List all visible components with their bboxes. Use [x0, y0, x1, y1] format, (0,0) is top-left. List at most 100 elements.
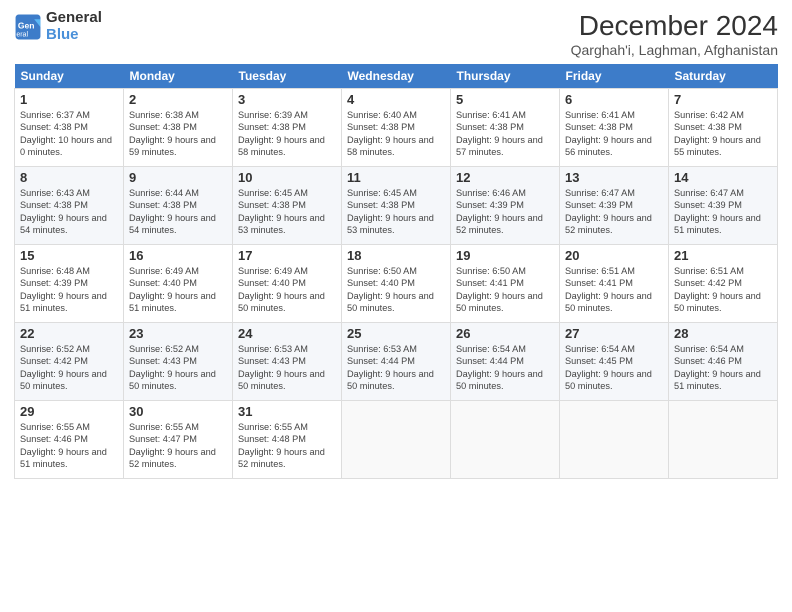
cell-content: Sunrise: 6:53 AM Sunset: 4:44 PM Dayligh… [347, 343, 445, 393]
day-number: 31 [238, 404, 336, 419]
cell-content: Sunrise: 6:52 AM Sunset: 4:42 PM Dayligh… [20, 343, 118, 393]
day-number: 19 [456, 248, 554, 263]
day-number: 11 [347, 170, 445, 185]
day-number: 22 [20, 326, 118, 341]
cell-content: Sunrise: 6:41 AM Sunset: 4:38 PM Dayligh… [456, 109, 554, 159]
cell-content: Sunrise: 6:49 AM Sunset: 4:40 PM Dayligh… [238, 265, 336, 315]
day-number: 14 [674, 170, 772, 185]
cell-content: Sunrise: 6:48 AM Sunset: 4:39 PM Dayligh… [20, 265, 118, 315]
cell-content: Sunrise: 6:45 AM Sunset: 4:38 PM Dayligh… [238, 187, 336, 237]
day-cell: 14 Sunrise: 6:47 AM Sunset: 4:39 PM Dayl… [669, 167, 778, 245]
location: Qarghah'i, Laghman, Afghanistan [571, 42, 778, 58]
day-cell: 13 Sunrise: 6:47 AM Sunset: 4:39 PM Dayl… [560, 167, 669, 245]
title-section: December 2024 Qarghah'i, Laghman, Afghan… [571, 10, 778, 58]
day-number: 6 [565, 92, 663, 107]
cell-content: Sunrise: 6:46 AM Sunset: 4:39 PM Dayligh… [456, 187, 554, 237]
day-cell: 28 Sunrise: 6:54 AM Sunset: 4:46 PM Dayl… [669, 323, 778, 401]
header: Gen eral General Blue December 2024 Qarg… [14, 10, 778, 58]
day-number: 18 [347, 248, 445, 263]
cell-content: Sunrise: 6:40 AM Sunset: 4:38 PM Dayligh… [347, 109, 445, 159]
day-cell: 21 Sunrise: 6:51 AM Sunset: 4:42 PM Dayl… [669, 245, 778, 323]
day-number: 26 [456, 326, 554, 341]
day-number: 28 [674, 326, 772, 341]
header-thursday: Thursday [451, 64, 560, 89]
day-number: 1 [20, 92, 118, 107]
day-number: 15 [20, 248, 118, 263]
day-number: 23 [129, 326, 227, 341]
day-number: 27 [565, 326, 663, 341]
day-cell: 1 Sunrise: 6:37 AM Sunset: 4:38 PM Dayli… [15, 89, 124, 167]
day-number: 17 [238, 248, 336, 263]
day-cell: 16 Sunrise: 6:49 AM Sunset: 4:40 PM Dayl… [124, 245, 233, 323]
day-cell: 25 Sunrise: 6:53 AM Sunset: 4:44 PM Dayl… [342, 323, 451, 401]
day-cell: 11 Sunrise: 6:45 AM Sunset: 4:38 PM Dayl… [342, 167, 451, 245]
cell-content: Sunrise: 6:50 AM Sunset: 4:40 PM Dayligh… [347, 265, 445, 315]
week-row-5: 29 Sunrise: 6:55 AM Sunset: 4:46 PM Dayl… [15, 401, 778, 479]
day-cell: 26 Sunrise: 6:54 AM Sunset: 4:44 PM Dayl… [451, 323, 560, 401]
day-number: 13 [565, 170, 663, 185]
cell-content: Sunrise: 6:51 AM Sunset: 4:42 PM Dayligh… [674, 265, 772, 315]
header-row: SundayMondayTuesdayWednesdayThursdayFrid… [15, 64, 778, 89]
day-number: 12 [456, 170, 554, 185]
cell-content: Sunrise: 6:49 AM Sunset: 4:40 PM Dayligh… [129, 265, 227, 315]
day-number: 7 [674, 92, 772, 107]
cell-content: Sunrise: 6:38 AM Sunset: 4:38 PM Dayligh… [129, 109, 227, 159]
day-number: 4 [347, 92, 445, 107]
cell-content: Sunrise: 6:54 AM Sunset: 4:45 PM Dayligh… [565, 343, 663, 393]
day-number: 2 [129, 92, 227, 107]
day-cell: 3 Sunrise: 6:39 AM Sunset: 4:38 PM Dayli… [233, 89, 342, 167]
week-row-2: 8 Sunrise: 6:43 AM Sunset: 4:38 PM Dayli… [15, 167, 778, 245]
day-number: 30 [129, 404, 227, 419]
day-cell: 7 Sunrise: 6:42 AM Sunset: 4:38 PM Dayli… [669, 89, 778, 167]
header-sunday: Sunday [15, 64, 124, 89]
day-cell: 30 Sunrise: 6:55 AM Sunset: 4:47 PM Dayl… [124, 401, 233, 479]
day-cell [342, 401, 451, 479]
day-cell: 20 Sunrise: 6:51 AM Sunset: 4:41 PM Dayl… [560, 245, 669, 323]
day-number: 5 [456, 92, 554, 107]
cell-content: Sunrise: 6:42 AM Sunset: 4:38 PM Dayligh… [674, 109, 772, 159]
day-cell: 15 Sunrise: 6:48 AM Sunset: 4:39 PM Dayl… [15, 245, 124, 323]
week-row-1: 1 Sunrise: 6:37 AM Sunset: 4:38 PM Dayli… [15, 89, 778, 167]
logo-icon: Gen eral [14, 13, 42, 41]
cell-content: Sunrise: 6:50 AM Sunset: 4:41 PM Dayligh… [456, 265, 554, 315]
day-cell: 6 Sunrise: 6:41 AM Sunset: 4:38 PM Dayli… [560, 89, 669, 167]
header-tuesday: Tuesday [233, 64, 342, 89]
cell-content: Sunrise: 6:41 AM Sunset: 4:38 PM Dayligh… [565, 109, 663, 159]
logo: Gen eral General Blue [14, 10, 102, 43]
cell-content: Sunrise: 6:52 AM Sunset: 4:43 PM Dayligh… [129, 343, 227, 393]
day-cell: 9 Sunrise: 6:44 AM Sunset: 4:38 PM Dayli… [124, 167, 233, 245]
cell-content: Sunrise: 6:51 AM Sunset: 4:41 PM Dayligh… [565, 265, 663, 315]
day-number: 3 [238, 92, 336, 107]
day-cell: 24 Sunrise: 6:53 AM Sunset: 4:43 PM Dayl… [233, 323, 342, 401]
day-cell: 29 Sunrise: 6:55 AM Sunset: 4:46 PM Dayl… [15, 401, 124, 479]
month-title: December 2024 [571, 10, 778, 42]
cell-content: Sunrise: 6:54 AM Sunset: 4:46 PM Dayligh… [674, 343, 772, 393]
day-cell: 10 Sunrise: 6:45 AM Sunset: 4:38 PM Dayl… [233, 167, 342, 245]
day-cell [560, 401, 669, 479]
cell-content: Sunrise: 6:37 AM Sunset: 4:38 PM Dayligh… [20, 109, 118, 159]
day-number: 9 [129, 170, 227, 185]
day-cell: 5 Sunrise: 6:41 AM Sunset: 4:38 PM Dayli… [451, 89, 560, 167]
cell-content: Sunrise: 6:54 AM Sunset: 4:44 PM Dayligh… [456, 343, 554, 393]
week-row-4: 22 Sunrise: 6:52 AM Sunset: 4:42 PM Dayl… [15, 323, 778, 401]
cell-content: Sunrise: 6:43 AM Sunset: 4:38 PM Dayligh… [20, 187, 118, 237]
cell-content: Sunrise: 6:44 AM Sunset: 4:38 PM Dayligh… [129, 187, 227, 237]
logo-text: General Blue [46, 10, 102, 43]
day-number: 21 [674, 248, 772, 263]
day-cell: 12 Sunrise: 6:46 AM Sunset: 4:39 PM Dayl… [451, 167, 560, 245]
day-number: 24 [238, 326, 336, 341]
day-cell: 18 Sunrise: 6:50 AM Sunset: 4:40 PM Dayl… [342, 245, 451, 323]
cell-content: Sunrise: 6:53 AM Sunset: 4:43 PM Dayligh… [238, 343, 336, 393]
day-cell: 2 Sunrise: 6:38 AM Sunset: 4:38 PM Dayli… [124, 89, 233, 167]
day-cell: 17 Sunrise: 6:49 AM Sunset: 4:40 PM Dayl… [233, 245, 342, 323]
day-cell: 8 Sunrise: 6:43 AM Sunset: 4:38 PM Dayli… [15, 167, 124, 245]
day-cell: 27 Sunrise: 6:54 AM Sunset: 4:45 PM Dayl… [560, 323, 669, 401]
cell-content: Sunrise: 6:47 AM Sunset: 4:39 PM Dayligh… [565, 187, 663, 237]
day-cell: 22 Sunrise: 6:52 AM Sunset: 4:42 PM Dayl… [15, 323, 124, 401]
day-number: 20 [565, 248, 663, 263]
day-number: 10 [238, 170, 336, 185]
header-friday: Friday [560, 64, 669, 89]
day-cell: 4 Sunrise: 6:40 AM Sunset: 4:38 PM Dayli… [342, 89, 451, 167]
cell-content: Sunrise: 6:47 AM Sunset: 4:39 PM Dayligh… [674, 187, 772, 237]
cell-content: Sunrise: 6:39 AM Sunset: 4:38 PM Dayligh… [238, 109, 336, 159]
